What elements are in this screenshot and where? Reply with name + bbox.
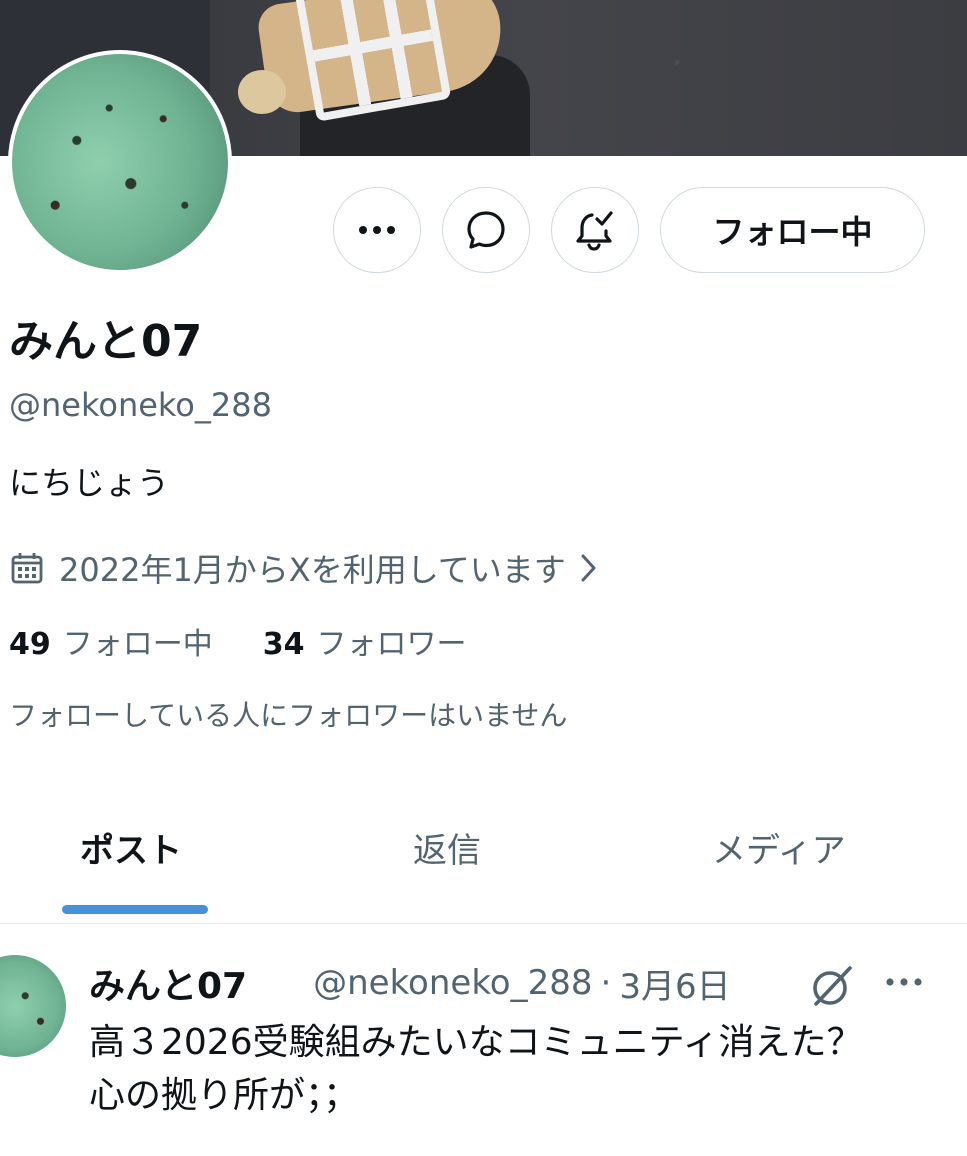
- joined-date-row[interactable]: 2022年1月からXを利用しています: [9, 545, 612, 591]
- profile-bio: にちじょう: [9, 464, 170, 502]
- followers-stat[interactable]: 34 フォロワー: [263, 622, 467, 668]
- post-display-name[interactable]: みんと07: [89, 957, 247, 1009]
- message-icon: [467, 211, 505, 249]
- banner-plush-ball: [238, 70, 286, 114]
- message-button[interactable]: [442, 187, 530, 273]
- profile-handle: @nekoneko_288: [9, 386, 272, 424]
- following-button[interactable]: フォロー中: [660, 187, 925, 273]
- chevron-right-icon: [581, 554, 596, 582]
- notification-button[interactable]: [551, 187, 639, 273]
- more-horizontal-icon: [359, 226, 395, 234]
- post-text-line: 高３2026受験組みたいなコミュニティ消えた？: [89, 1022, 863, 1063]
- post-text-line: 心の拠り所が；；: [89, 1075, 360, 1116]
- profile-display-name: みんと07: [9, 316, 203, 367]
- following-label: フォロー中: [62, 627, 213, 662]
- post-handle[interactable]: @nekoneko_288: [313, 963, 592, 1003]
- following-count: 49: [9, 627, 51, 662]
- profile-avatar[interactable]: [8, 50, 232, 274]
- tab-posts[interactable]: ポスト: [80, 826, 182, 876]
- follow-stats: 49 フォロー中 34 フォロワー: [9, 622, 467, 668]
- post-more-icon[interactable]: [884, 962, 924, 1002]
- tab-media[interactable]: メディア: [712, 826, 846, 876]
- post-separator: ·: [600, 963, 612, 1003]
- calendar-icon: [11, 553, 43, 584]
- post-date[interactable]: 3月6日: [619, 959, 730, 1008]
- followers-count: 34: [262, 627, 305, 662]
- joined-date-text: 2022年1月からXを利用しています: [59, 551, 566, 589]
- active-tab-indicator: [62, 905, 208, 914]
- followers-label: フォロワー: [316, 627, 467, 662]
- bell-check-icon: [576, 211, 613, 251]
- mutual-followers-note: フォローしている人にフォロワーはいません: [9, 699, 568, 732]
- tab-replies[interactable]: 返信: [413, 826, 481, 876]
- tabs-divider: [0, 923, 967, 924]
- grok-icon[interactable]: [808, 962, 856, 1010]
- post-avatar[interactable]: [0, 955, 66, 1057]
- more-button[interactable]: [333, 187, 421, 273]
- following-stat[interactable]: 49 フォロー中: [9, 622, 213, 668]
- post-body: 高３2026受験組みたいなコミュニティ消えた？ 心の拠り所が；；: [89, 1016, 949, 1122]
- post-header: みんと07 @nekoneko_288 · 3月6日: [89, 958, 731, 1008]
